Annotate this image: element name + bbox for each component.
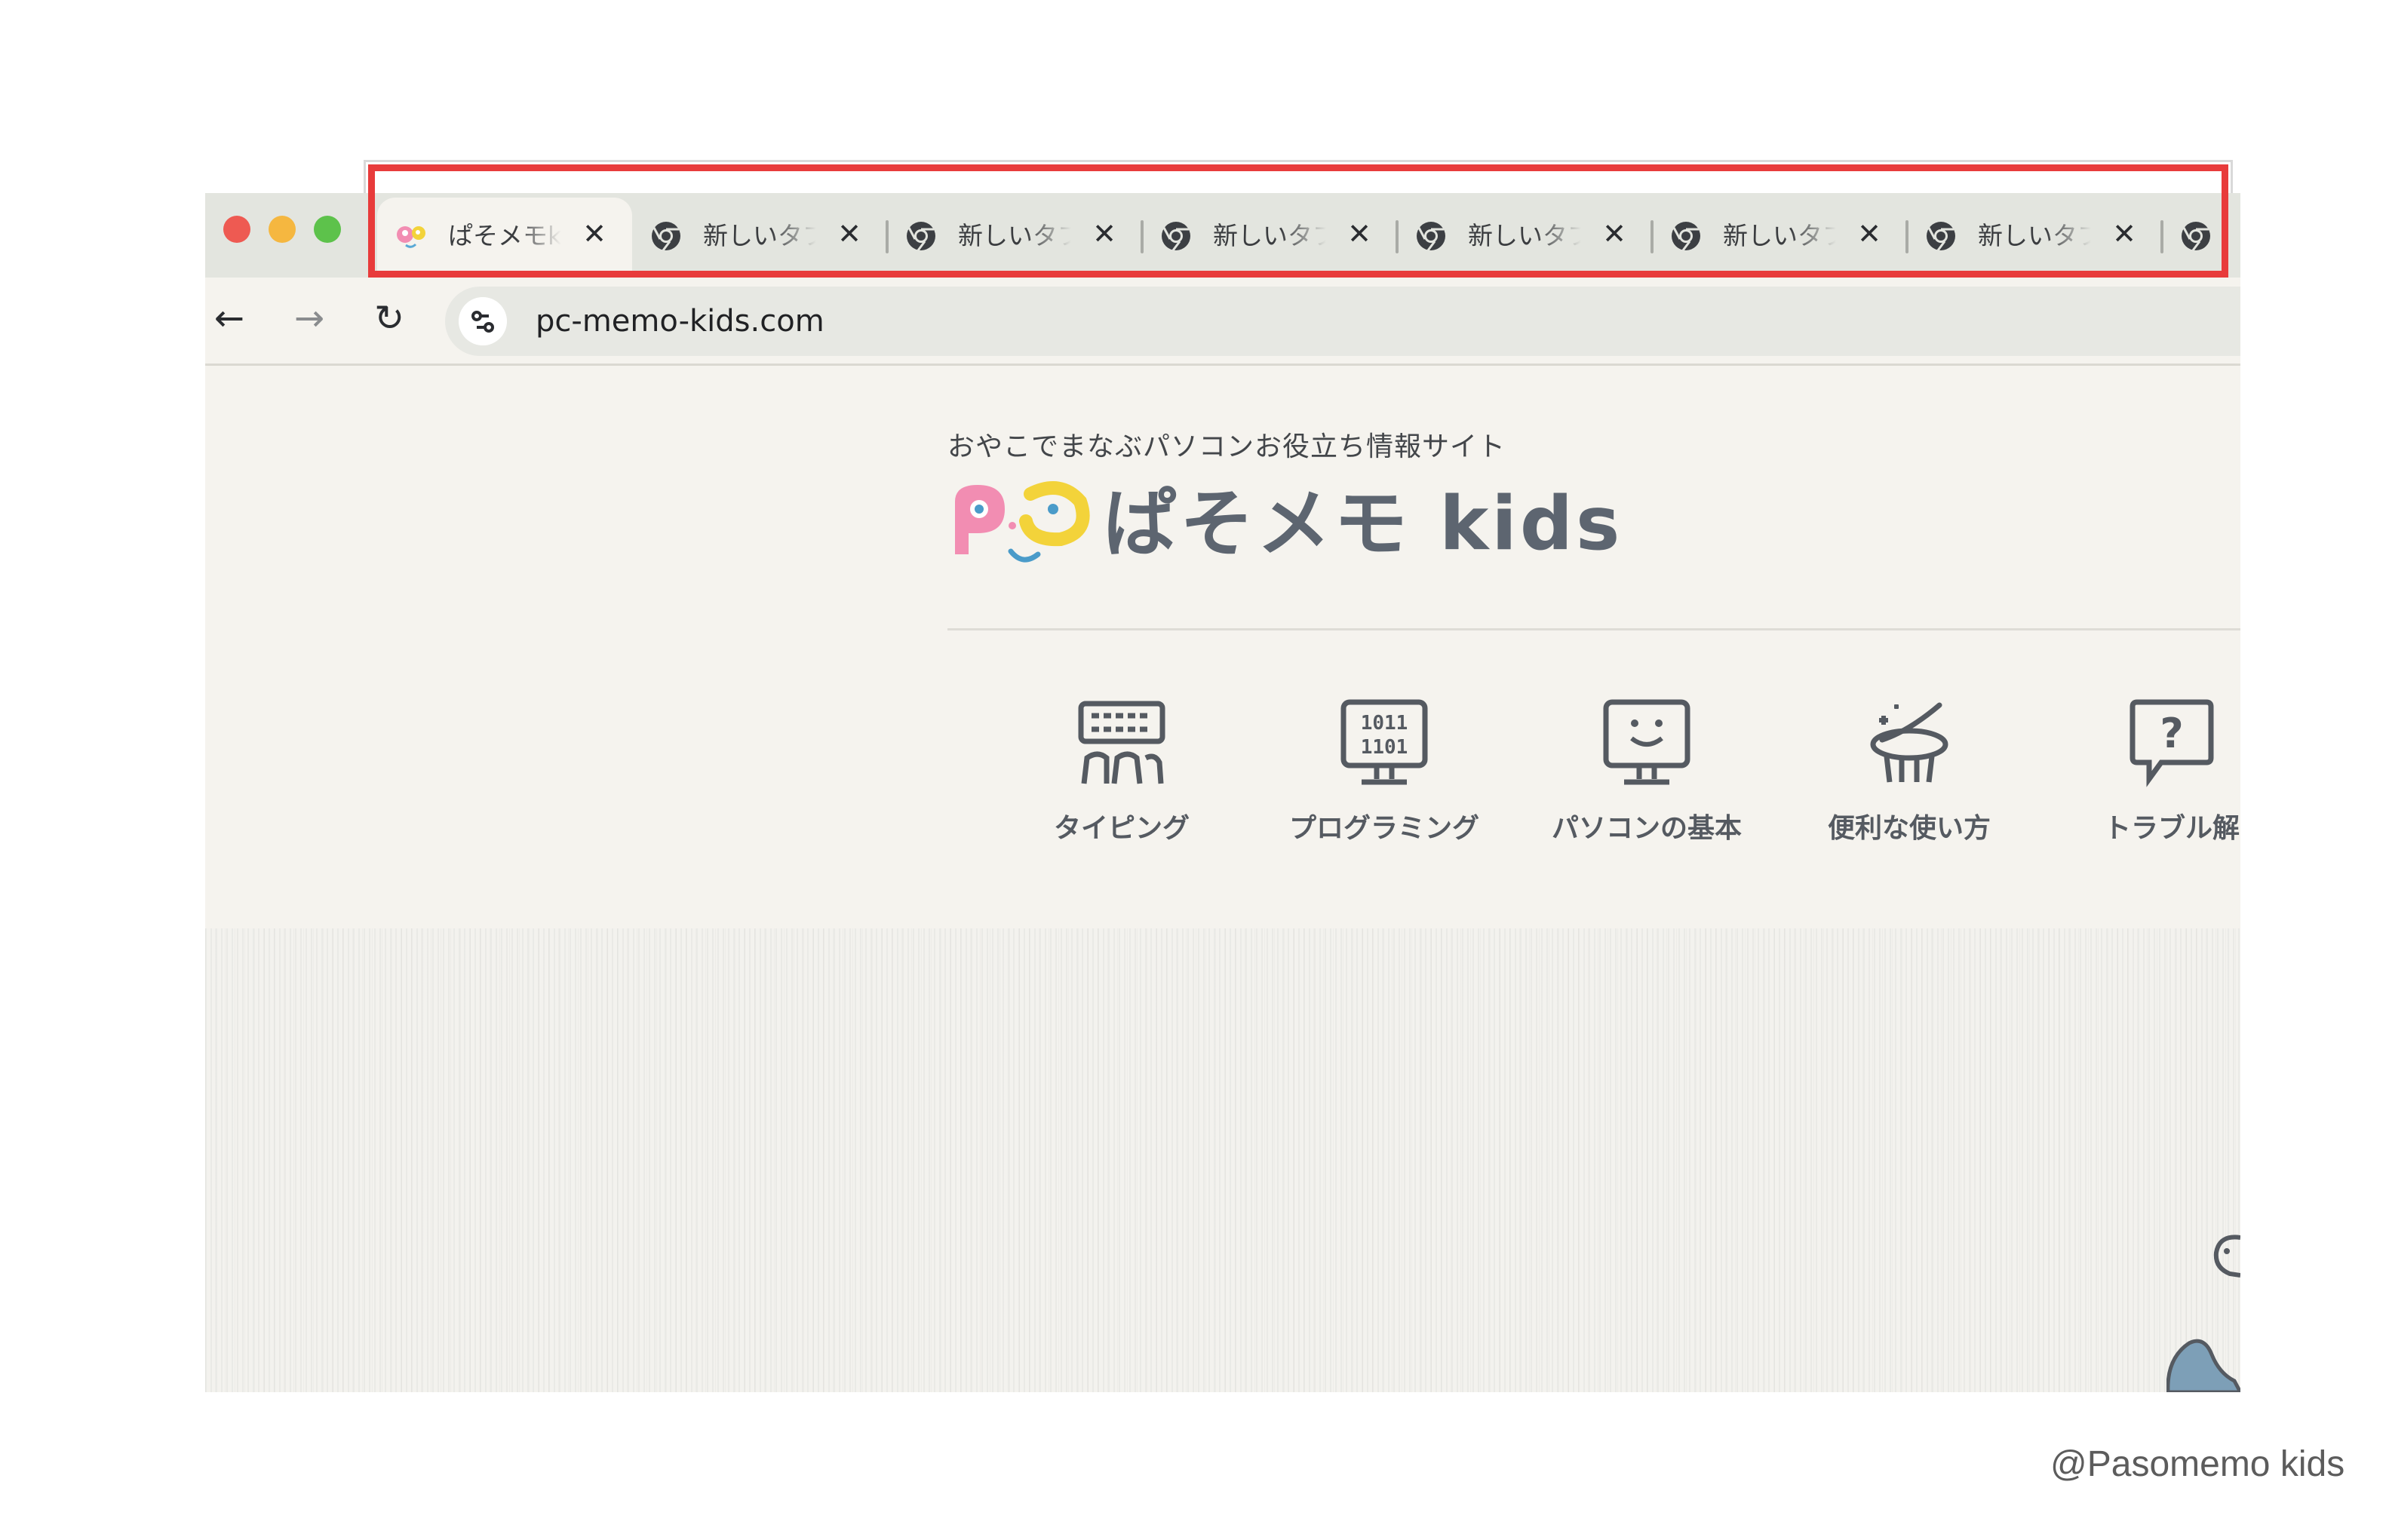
trouble-icon: ? [2130, 699, 2214, 787]
minimize-window-button[interactable] [269, 216, 296, 243]
reload-icon[interactable]: ↻ [367, 296, 412, 341]
typing-icon [1078, 701, 1165, 784]
nav-label: タイピング [1053, 813, 1190, 844]
pc-basics-icon [1603, 699, 1690, 785]
browser-window: ぱそメモkids ✕ 新しいタブ ✕ 新しいタブ ✕ [205, 193, 2240, 1392]
back-arrow-icon[interactable]: ← [207, 296, 252, 341]
nav-tips[interactable]: 便利な使い方 [1800, 698, 2019, 871]
svg-text:?: ? [2160, 710, 2183, 757]
pasomemo-logo-icon[interactable] [947, 479, 1091, 574]
nav-label: パソコンの基本 [1551, 813, 1742, 844]
svg-text:1011: 1011 [1361, 712, 1408, 735]
url-text: pc-memo-kids.com [536, 304, 824, 339]
forward-arrow-icon[interactable]: → [287, 296, 332, 341]
site-header: おやこでまなぶパソコンお役立ち情報サイト ぱそメモ kids タイピング 101… [205, 366, 2240, 928]
nav-programming[interactable]: 1011 1101 プログラミング [1275, 698, 1494, 871]
decorative-character-icon [2166, 1235, 2240, 1392]
browser-toolbar: ← → ↻ pc-memo-kids.com [205, 278, 2240, 364]
tab-strip-highlight [368, 164, 2228, 278]
nav-trouble[interactable]: ? トラブル解 [2062, 698, 2240, 871]
header-rule [947, 628, 2240, 630]
page-content [205, 928, 2240, 1392]
watermark: @Pasomemo kids [2050, 1444, 2345, 1484]
logo-text[interactable]: ぱそメモ kids [1103, 479, 1623, 569]
close-window-button[interactable] [223, 216, 250, 243]
nav-label: トラブル解 [2103, 813, 2240, 844]
nav-typing[interactable]: タイピング [1012, 698, 1231, 871]
tips-icon [1870, 702, 1948, 783]
nav-label: 便利な使い方 [1827, 813, 1991, 844]
programming-icon: 1011 1101 [1340, 699, 1428, 785]
svg-text:1101: 1101 [1361, 736, 1408, 759]
address-bar[interactable]: pc-memo-kids.com [445, 287, 2240, 356]
maximize-window-button[interactable] [314, 216, 341, 243]
nav-label: プログラミング [1288, 813, 1479, 844]
nav-pc-basics[interactable]: パソコンの基本 [1537, 698, 1756, 871]
site-tagline: おやこでまなぶパソコンお役立ち情報サイト [947, 431, 1506, 462]
site-settings-icon[interactable] [459, 297, 507, 345]
tab-title [2233, 219, 2240, 253]
